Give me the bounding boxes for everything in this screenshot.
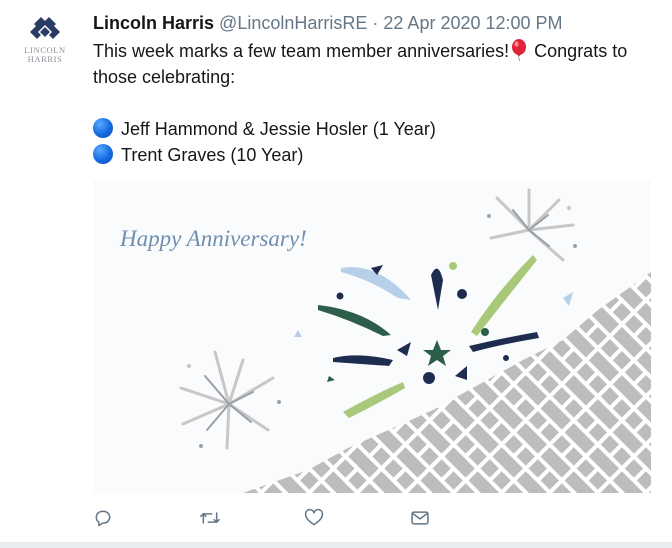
anniversary-graphic: Happy Anniversary!	[93, 180, 651, 493]
reply-icon	[95, 510, 111, 527]
blue-circle-emoji-icon	[93, 144, 113, 164]
like-button[interactable]	[304, 508, 326, 530]
tweet-timestamp[interactable]: 22 Apr 2020 12:00 PM	[383, 13, 562, 33]
tweet-card[interactable]: LINCOLN HARRIS Lincoln Harris @LincolnHa…	[0, 0, 672, 548]
balloon-emoji-icon	[512, 39, 527, 61]
media-caption: Happy Anniversary!	[119, 226, 307, 251]
lincoln-harris-logo-icon	[30, 17, 60, 39]
bullet-item: Jeff Hammond & Jessie Hosler (1 Year)	[93, 116, 663, 142]
tweet-text: This week marks a few team member annive…	[93, 38, 663, 168]
message-icon	[411, 511, 429, 525]
reply-button[interactable]	[93, 508, 115, 530]
tweet-divider	[0, 542, 672, 548]
like-icon	[304, 508, 324, 526]
author-handle[interactable]: @LincolnHarrisRE	[219, 13, 367, 33]
bullet-item: Trent Graves (10 Year)	[93, 142, 663, 168]
bullet-text-1: Jeff Hammond & Jessie Hosler (1 Year)	[121, 119, 436, 139]
blue-circle-emoji-icon	[93, 118, 113, 138]
tweet-media-image[interactable]: Happy Anniversary!	[93, 180, 651, 493]
tweet-line-1-text: This week marks a few team member annive…	[93, 41, 510, 61]
tweet-line-2: those celebrating:	[93, 67, 236, 87]
tweet-line-1: This week marks a few team member annive…	[93, 38, 663, 64]
tweet-actions	[93, 508, 433, 530]
retweet-button[interactable]	[199, 508, 221, 530]
avatar[interactable]: LINCOLN HARRIS	[14, 14, 76, 76]
logo-text-line2: HARRIS	[27, 54, 63, 64]
message-button[interactable]	[410, 508, 432, 530]
bullet-text-2: Trent Graves (10 Year)	[121, 145, 304, 165]
tweet-header: Lincoln Harris @LincolnHarrisRE · 22 Apr…	[93, 12, 563, 34]
author-name[interactable]: Lincoln Harris	[93, 13, 214, 33]
retweet-icon	[200, 512, 220, 524]
tweet-line-1-tail: Congrats to	[534, 41, 628, 61]
header-separator: ·	[372, 13, 379, 33]
